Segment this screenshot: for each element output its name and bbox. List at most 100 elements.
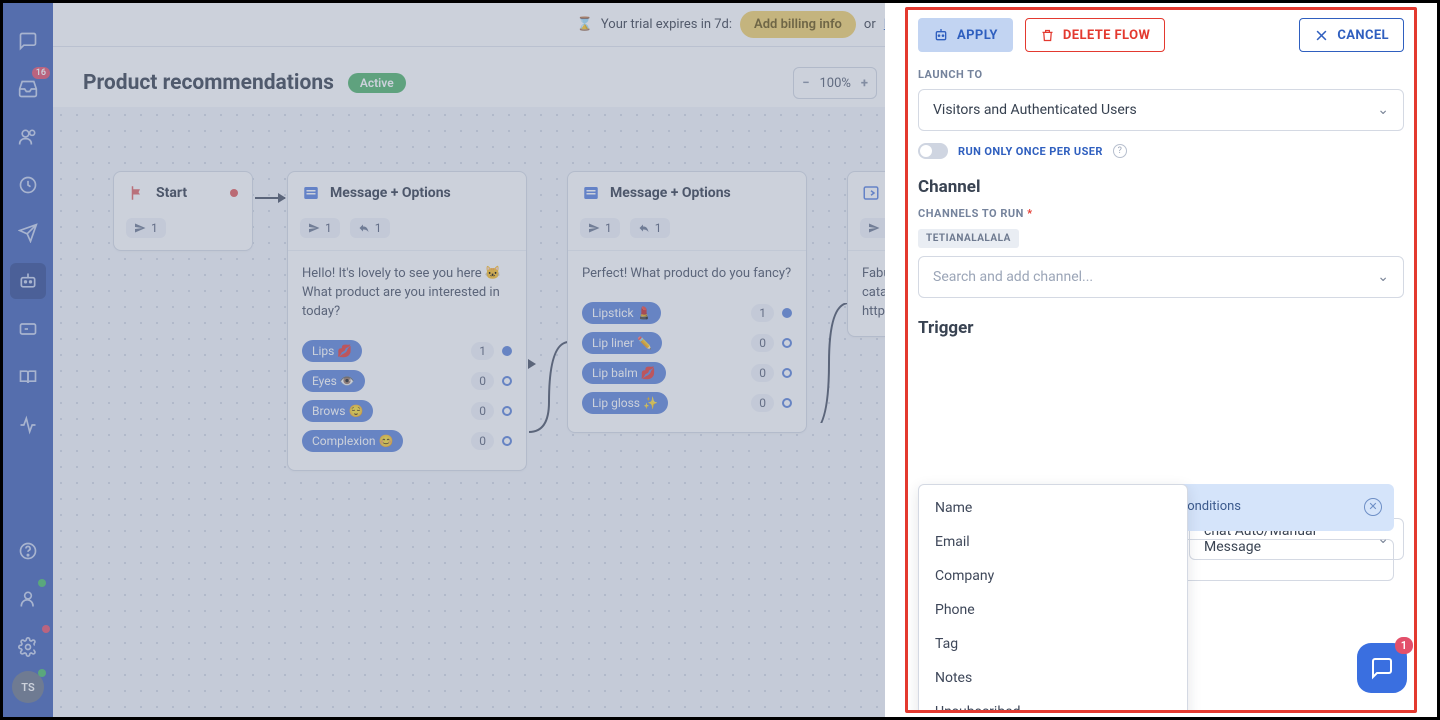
option-chip: Lip balm 💋 [582, 362, 666, 384]
chevron-down-icon: ⌄ [1377, 269, 1389, 285]
stat-sent: 1 [300, 218, 340, 238]
arrow [255, 197, 285, 199]
dropdown-item[interactable]: Phone [919, 593, 1187, 627]
sidebar-chat-icon[interactable] [10, 23, 46, 59]
node-message-2[interactable]: Message + Options 1 1 Perfect! What prod… [567, 171, 807, 433]
run-once-label: RUN ONLY ONCE PER USER [958, 145, 1103, 158]
cancel-button[interactable]: CANCEL [1299, 18, 1404, 52]
option-count: 1 [471, 342, 494, 360]
option-port[interactable] [782, 398, 792, 408]
option-row[interactable]: Eyes 👁️0 [288, 366, 526, 396]
option-row[interactable]: Lipstick 💄 1 [568, 298, 806, 328]
list-icon [862, 184, 880, 202]
sidebar-people-icon[interactable] [10, 119, 46, 155]
launch-to-select[interactable]: Visitors and Authenticated Users ⌄ [918, 89, 1404, 131]
option-count: 0 [751, 394, 774, 412]
dropdown-item[interactable]: Unsubscribed [919, 695, 1187, 713]
flag-icon [128, 184, 146, 202]
channels-label: CHANNELS TO RUN * [908, 207, 1414, 226]
option-port[interactable] [502, 346, 512, 356]
sidebar-bot-icon[interactable] [10, 263, 46, 299]
sidebar-book-icon[interactable] [10, 359, 46, 395]
channel-tag[interactable]: TETIANALALALA [918, 229, 1019, 248]
zoom-in-button[interactable]: + [861, 76, 868, 91]
flow-canvas[interactable]: Start 1 Message + Options 1 1 Hello! It'… [53, 107, 891, 717]
chat-badge: 1 [1395, 637, 1413, 654]
option-count: 0 [471, 402, 494, 420]
option-chip: Lipstick 💄 [582, 302, 661, 324]
avatar-label: TS [21, 681, 34, 694]
stat-reply: 1 [350, 218, 390, 238]
avatar[interactable]: TS [12, 671, 44, 703]
channel-search-select[interactable]: Search and add channel... ⌄ [918, 256, 1404, 298]
option-port[interactable] [502, 376, 512, 386]
sidebar-card-icon[interactable] [10, 311, 46, 347]
option-row[interactable]: Brows 😌 0 [288, 396, 526, 426]
option-chip: Complexion 😊 [302, 430, 403, 452]
option-chip: Lip liner ✏️ [582, 332, 662, 354]
gear-dot [42, 625, 50, 633]
option-chip: Lips 💋 [302, 340, 362, 362]
add-billing-button[interactable]: Add billing info [740, 11, 856, 38]
delete-flow-button[interactable]: DELETE FLOW [1025, 18, 1165, 52]
delete-label: DELETE FLOW [1063, 28, 1150, 43]
help-icon[interactable]: ? [1113, 144, 1127, 158]
dropdown-item[interactable]: Notes [919, 661, 1187, 695]
inbox-badge: 16 [32, 67, 50, 79]
option-count: 0 [751, 334, 774, 352]
stat-reply: 1 [630, 218, 670, 238]
sidebar-send-icon[interactable] [10, 215, 46, 251]
sidebar-inbox-icon[interactable]: 16 [10, 71, 46, 107]
floating-chat-button[interactable]: 1 [1357, 643, 1407, 693]
sidebar-help-icon[interactable] [10, 533, 46, 569]
avatar-status [38, 669, 46, 677]
zoom-control: − 100% + [793, 67, 877, 99]
chevron-down-icon: ⌄ [1377, 531, 1389, 547]
option-row[interactable]: Lips 💋 1 [288, 336, 526, 366]
option-row[interactable]: Complexion 😊 0 [288, 426, 526, 456]
option-port[interactable] [502, 436, 512, 446]
hourglass-icon: ⌛ [577, 17, 593, 32]
warning-dot [230, 189, 238, 197]
option-chip: Brows 😌 [302, 400, 373, 422]
node-1-body: Hello! It's lovely to see you here 🐱 Wha… [288, 251, 526, 336]
option-count: 0 [471, 432, 494, 450]
sidebar-user-icon[interactable] [10, 581, 46, 617]
apply-button[interactable]: APPLY [918, 18, 1013, 52]
option-row[interactable]: Lip gloss ✨0 [568, 388, 806, 418]
node-1-title: Message + Options [330, 185, 451, 201]
run-once-toggle[interactable] [918, 143, 948, 159]
dropdown-item[interactable]: Company [919, 559, 1187, 593]
launch-to-label: LAUNCH TO [908, 62, 1414, 87]
note-close-button[interactable]: ✕ [1364, 498, 1382, 516]
option-port[interactable] [782, 308, 792, 318]
zoom-out-button[interactable]: − [802, 76, 809, 91]
trigger-dropdown: NameEmailCompanyPhoneTagNotesUnsubscribe… [918, 484, 1188, 713]
sidebar-clock-icon[interactable] [10, 167, 46, 203]
sidebar-gear-icon[interactable] [10, 629, 46, 665]
node-start[interactable]: Start 1 [113, 171, 253, 251]
channel-heading: Channel [908, 177, 1414, 207]
node-message-1[interactable]: Message + Options 1 1 Hello! It's lovely… [287, 171, 527, 471]
channel-placeholder: Search and add channel... [933, 269, 1093, 285]
node-start-title: Start [156, 185, 187, 201]
launch-value: Visitors and Authenticated Users [933, 102, 1137, 118]
sidebar-activity-icon[interactable] [10, 407, 46, 443]
zoom-value: 100% [819, 76, 850, 91]
trial-text: Your trial expires in 7d: [601, 17, 732, 32]
option-count: 0 [471, 372, 494, 390]
dropdown-item[interactable]: Email [919, 525, 1187, 559]
node-2-title: Message + Options [610, 185, 731, 201]
option-row[interactable]: Lip liner ✏️ 0 [568, 328, 806, 358]
connector [809, 303, 849, 423]
dropdown-item[interactable]: Name [919, 491, 1187, 525]
option-port[interactable] [782, 338, 792, 348]
option-count: 1 [751, 304, 774, 322]
status-dot [38, 579, 46, 587]
settings-panel: APPLY DELETE FLOW CANCEL LAUNCH TO Visit… [885, 3, 1437, 717]
dropdown-item[interactable]: Tag [919, 627, 1187, 661]
option-port[interactable] [502, 406, 512, 416]
option-row[interactable]: Lip balm 💋0 [568, 358, 806, 388]
option-port[interactable] [782, 368, 792, 378]
sidebar: 16 [3, 3, 53, 717]
